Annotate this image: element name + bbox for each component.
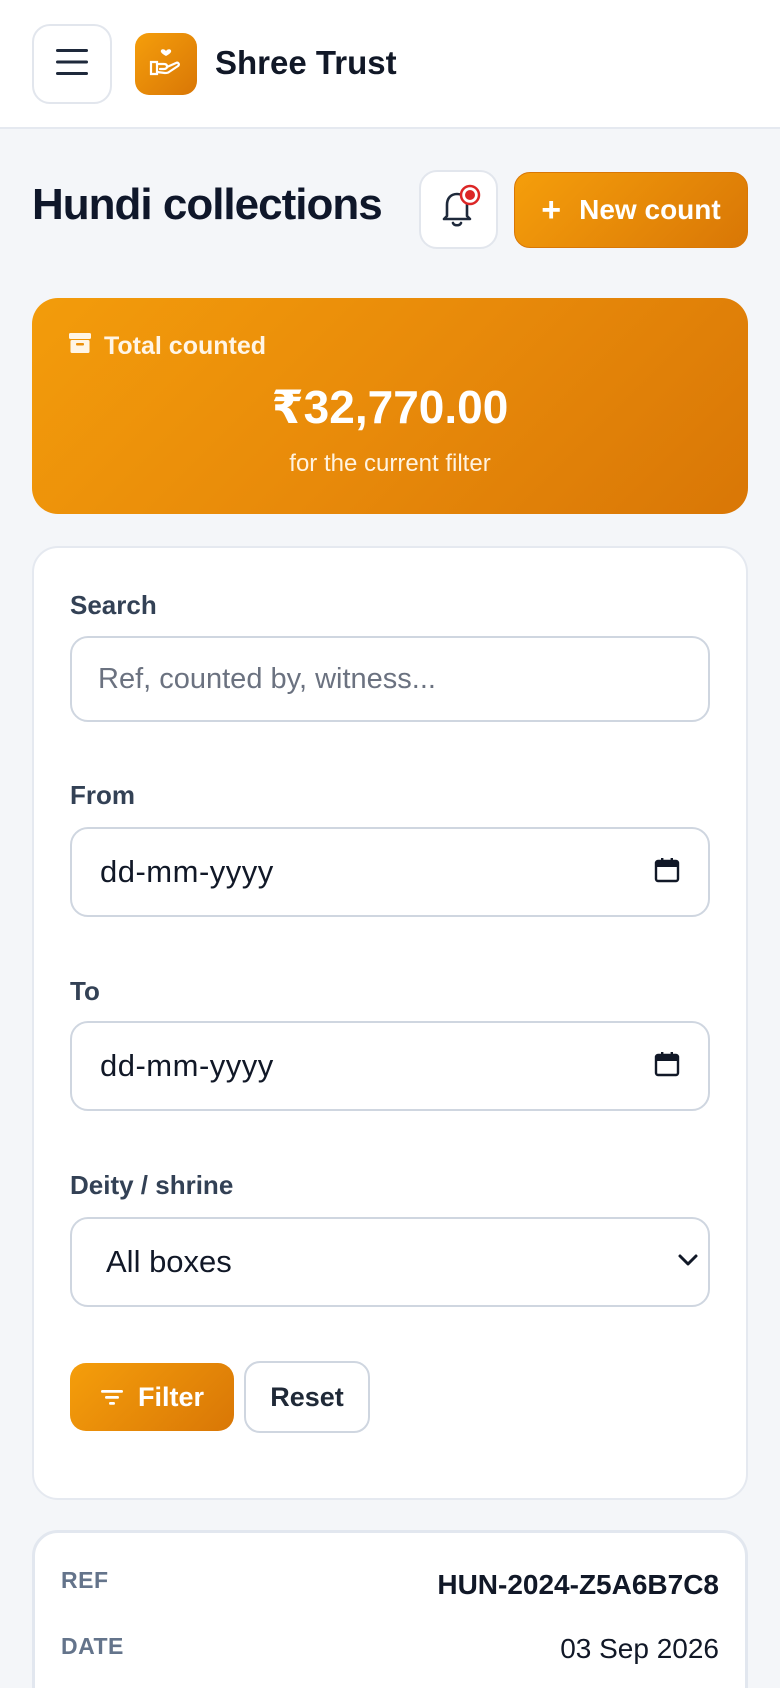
date-label: DATE: [61, 1633, 124, 1659]
search-input[interactable]: [70, 636, 710, 722]
summary-label: Total counted: [104, 332, 267, 360]
to-label: To: [70, 976, 100, 1006]
app-logo[interactable]: [135, 33, 197, 95]
deity-label: Deity / shrine: [70, 1170, 234, 1200]
from-date-input[interactable]: dd-mm-yyyy: [70, 827, 710, 917]
new-count-button[interactable]: + New count: [514, 172, 748, 248]
deity-selected-value: All boxes: [106, 1244, 232, 1279]
collection-record-card[interactable]: REF HUN-2024-Z5A6B7C8 DATE 03 Sep 2026: [32, 1530, 748, 1688]
ref-label: REF: [61, 1567, 109, 1593]
new-count-label: New count: [579, 194, 721, 225]
summary-subtitle: for the current filter: [289, 450, 491, 477]
filter-icon: [100, 1382, 124, 1413]
summary-header: Total counted: [68, 332, 266, 361]
hand-heart-icon: [149, 47, 183, 82]
top-bar: Shree Trust: [0, 0, 780, 129]
calendar-icon[interactable]: [654, 857, 680, 888]
filter-button[interactable]: Filter: [70, 1363, 234, 1431]
page-title: Hundi collections: [32, 180, 383, 229]
deity-select[interactable]: All boxes: [70, 1217, 710, 1307]
total-amount: ₹32,770.00: [271, 381, 509, 433]
brand-name: Shree Trust: [215, 44, 397, 81]
plus-icon: +: [541, 191, 562, 229]
filter-card: Search From dd-mm-yyyy To dd-mm-yyyy Dei…: [32, 546, 748, 1500]
calendar-icon[interactable]: [654, 1051, 680, 1082]
hamburger-icon: [56, 48, 88, 81]
from-date-value: dd-mm-yyyy: [100, 854, 274, 889]
menu-button[interactable]: [32, 24, 112, 104]
total-summary-card: Total counted ₹32,770.00 for the current…: [32, 298, 748, 514]
to-date-input[interactable]: dd-mm-yyyy: [70, 1021, 710, 1111]
chevron-down-icon: [676, 1252, 700, 1273]
search-label: Search: [70, 590, 157, 620]
from-label: From: [70, 780, 135, 810]
notifications-button[interactable]: [419, 170, 498, 249]
reset-button[interactable]: Reset: [244, 1361, 370, 1433]
date-value: 03 Sep 2026: [560, 1633, 719, 1664]
archive-icon: [68, 332, 92, 361]
bell-icon: [437, 184, 481, 235]
ref-value: HUN-2024-Z5A6B7C8: [437, 1569, 719, 1600]
to-date-value: dd-mm-yyyy: [100, 1048, 274, 1083]
filter-button-label: Filter: [137, 1381, 204, 1412]
